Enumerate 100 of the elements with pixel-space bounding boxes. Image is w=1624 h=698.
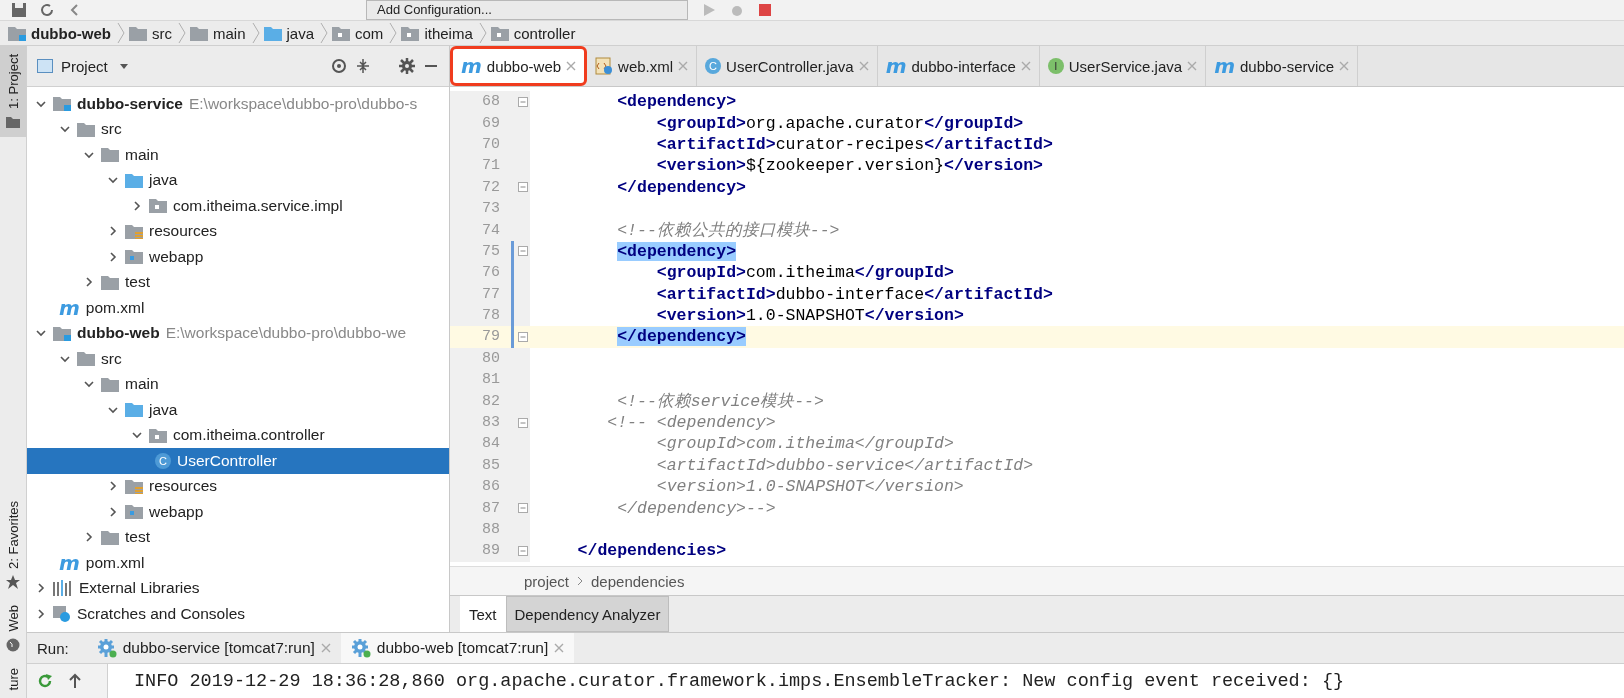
run-tab[interactable]: dubbo-service [tomcat7:run] [86,633,341,663]
breadcrumb-item[interactable]: dependencies [591,572,685,590]
save-icon[interactable] [12,3,26,17]
line-number: 83 [481,414,501,432]
breadcrumb-item[interactable]: src [129,24,174,42]
editor-tab[interactable]: m dubbo-interface [877,46,1040,86]
stop-icon[interactable] [758,3,772,17]
breadcrumb-separator-icon [251,22,260,44]
editor-mode-tab[interactable]: Dependency Analyzer [505,596,670,632]
run-tab[interactable]: dubbo-web [tomcat7:run] [340,633,575,663]
folder-icon [129,25,147,41]
tool-window-button[interactable]: 1: Project [0,46,26,137]
tree-item[interactable]: dubbo-web E:\workspace\dubbo-pro\dubbo-we [27,320,449,346]
tree-item[interactable]: dubbo-service E:\workspace\dubbo-pro\dubbo-s [27,91,449,117]
panel-title[interactable]: Project [61,57,108,75]
chevron-right-icon[interactable] [35,582,47,595]
chevron-right-icon[interactable] [107,480,119,493]
tree-item[interactable]: com.itheima.service.impl [27,193,449,219]
tree-item[interactable]: External Libraries [27,575,449,601]
chevron-right-icon[interactable] [35,607,47,620]
editor-tab[interactable]: C UserController.java [697,46,878,86]
code-line: <artifactId>dubbo-service</artifactId> [655,455,1034,475]
breadcrumb-item[interactable]: itheima [401,24,475,42]
tree-item[interactable]: m pom.xml [27,295,449,321]
tree-item[interactable]: C UserController [27,448,449,474]
tool-window-button[interactable]: ture [0,659,26,698]
package-icon [401,25,420,41]
line-number: 86 [481,478,501,496]
web-folder-icon [125,249,143,265]
chevron-right-icon[interactable] [83,531,95,544]
editor-tab[interactable]: m dubbo-service [1206,46,1359,86]
chevron-right-icon[interactable] [107,250,119,263]
settings-icon[interactable] [399,58,415,74]
tool-window-button[interactable]: Web [0,597,26,660]
package-icon [490,25,509,41]
scratches-icon [53,605,71,622]
code-line: </dependencies> [576,541,727,561]
tree-item[interactable]: Scratches and Consoles [27,601,449,627]
line-number: 85 [481,456,501,474]
folder-icon [101,376,119,392]
chevron-right-icon [577,576,584,586]
resources-folder-icon [125,223,143,239]
editor-tab[interactable]: I UserService.java [1039,46,1207,86]
editor-tab[interactable]: web.xml [587,46,698,86]
gear-icon [350,638,371,658]
line-number: 73 [481,200,501,218]
run-configuration-dropdown[interactable]: Add Configuration... [366,0,688,20]
chevron-right-icon[interactable] [131,199,143,212]
code-line: <version>1.0-SNAPSHOT</version> [655,477,964,497]
tool-window-button[interactable]: 2: Favorites [0,493,26,598]
tree-item[interactable]: webapp [27,499,449,525]
tree-item[interactable]: test [27,269,449,295]
code-line: <!-- <dependency> [606,413,776,433]
tree-item[interactable]: resources [27,473,449,499]
tree-item[interactable]: m pom.xml [27,550,449,576]
line-number: 70 [481,135,501,153]
code-line: <artifactId>curator-recipes</artifactId> [655,134,1053,154]
line-number: 89 [481,542,501,560]
editor-tab[interactable]: m dubbo-web [450,46,588,86]
folder-icon [125,172,143,188]
breadcrumb-item[interactable]: dubbo-web [8,24,113,42]
rerun-icon[interactable] [37,673,53,689]
tree-item[interactable]: test [27,524,449,550]
gear-icon [96,638,117,658]
line-number: 78 [481,307,501,325]
code-line: <version>1.0-SNAPSHOT</version> [655,306,964,326]
locate-icon[interactable] [331,58,347,74]
tree-item[interactable]: java [27,397,449,423]
editor-mode-tab[interactable]: Text [460,596,506,632]
line-number: 75 [481,242,501,260]
tree-item[interactable]: com.itheima.controller [27,422,449,448]
breadcrumb-item[interactable]: com [332,24,386,42]
module-folder-icon [53,96,71,112]
sync-icon[interactable] [40,3,54,17]
chevron-right-icon[interactable] [83,276,95,289]
breadcrumb-item[interactable]: project [524,572,570,590]
xml-file-icon [595,57,614,75]
tree-item[interactable]: java [27,167,449,193]
maven-icon: m [885,58,907,74]
breadcrumb-item[interactable]: controller [490,24,578,42]
folder-icon [263,25,282,41]
tree-item[interactable]: main [27,371,449,397]
console-line: INFO 2019-12-29 18:36:28,860 org.apache.curator.framework.imps.EnsembleTracker: New config event received: {} [133,669,1345,694]
tree-item[interactable]: src [27,346,449,372]
line-number: 80 [481,349,501,367]
line-number: 79 [481,328,501,346]
breadcrumb-item[interactable]: main [190,24,248,42]
tree-item[interactable]: src [27,116,449,142]
code-line: <version>${zookeeper.version}</version> [655,156,1043,176]
breadcrumb-separator-icon [389,22,398,44]
collapse-icon[interactable] [355,58,371,74]
library-icon [53,580,73,597]
tree-item[interactable]: main [27,142,449,168]
up-arrow-icon[interactable] [67,673,83,689]
run-label: Run: [36,638,70,659]
chevron-right-icon[interactable] [107,225,119,238]
tree-item[interactable]: webapp [27,244,449,270]
chevron-right-icon[interactable] [107,505,119,518]
breadcrumb-item[interactable]: java [263,24,317,42]
tree-item[interactable]: resources [27,218,449,244]
